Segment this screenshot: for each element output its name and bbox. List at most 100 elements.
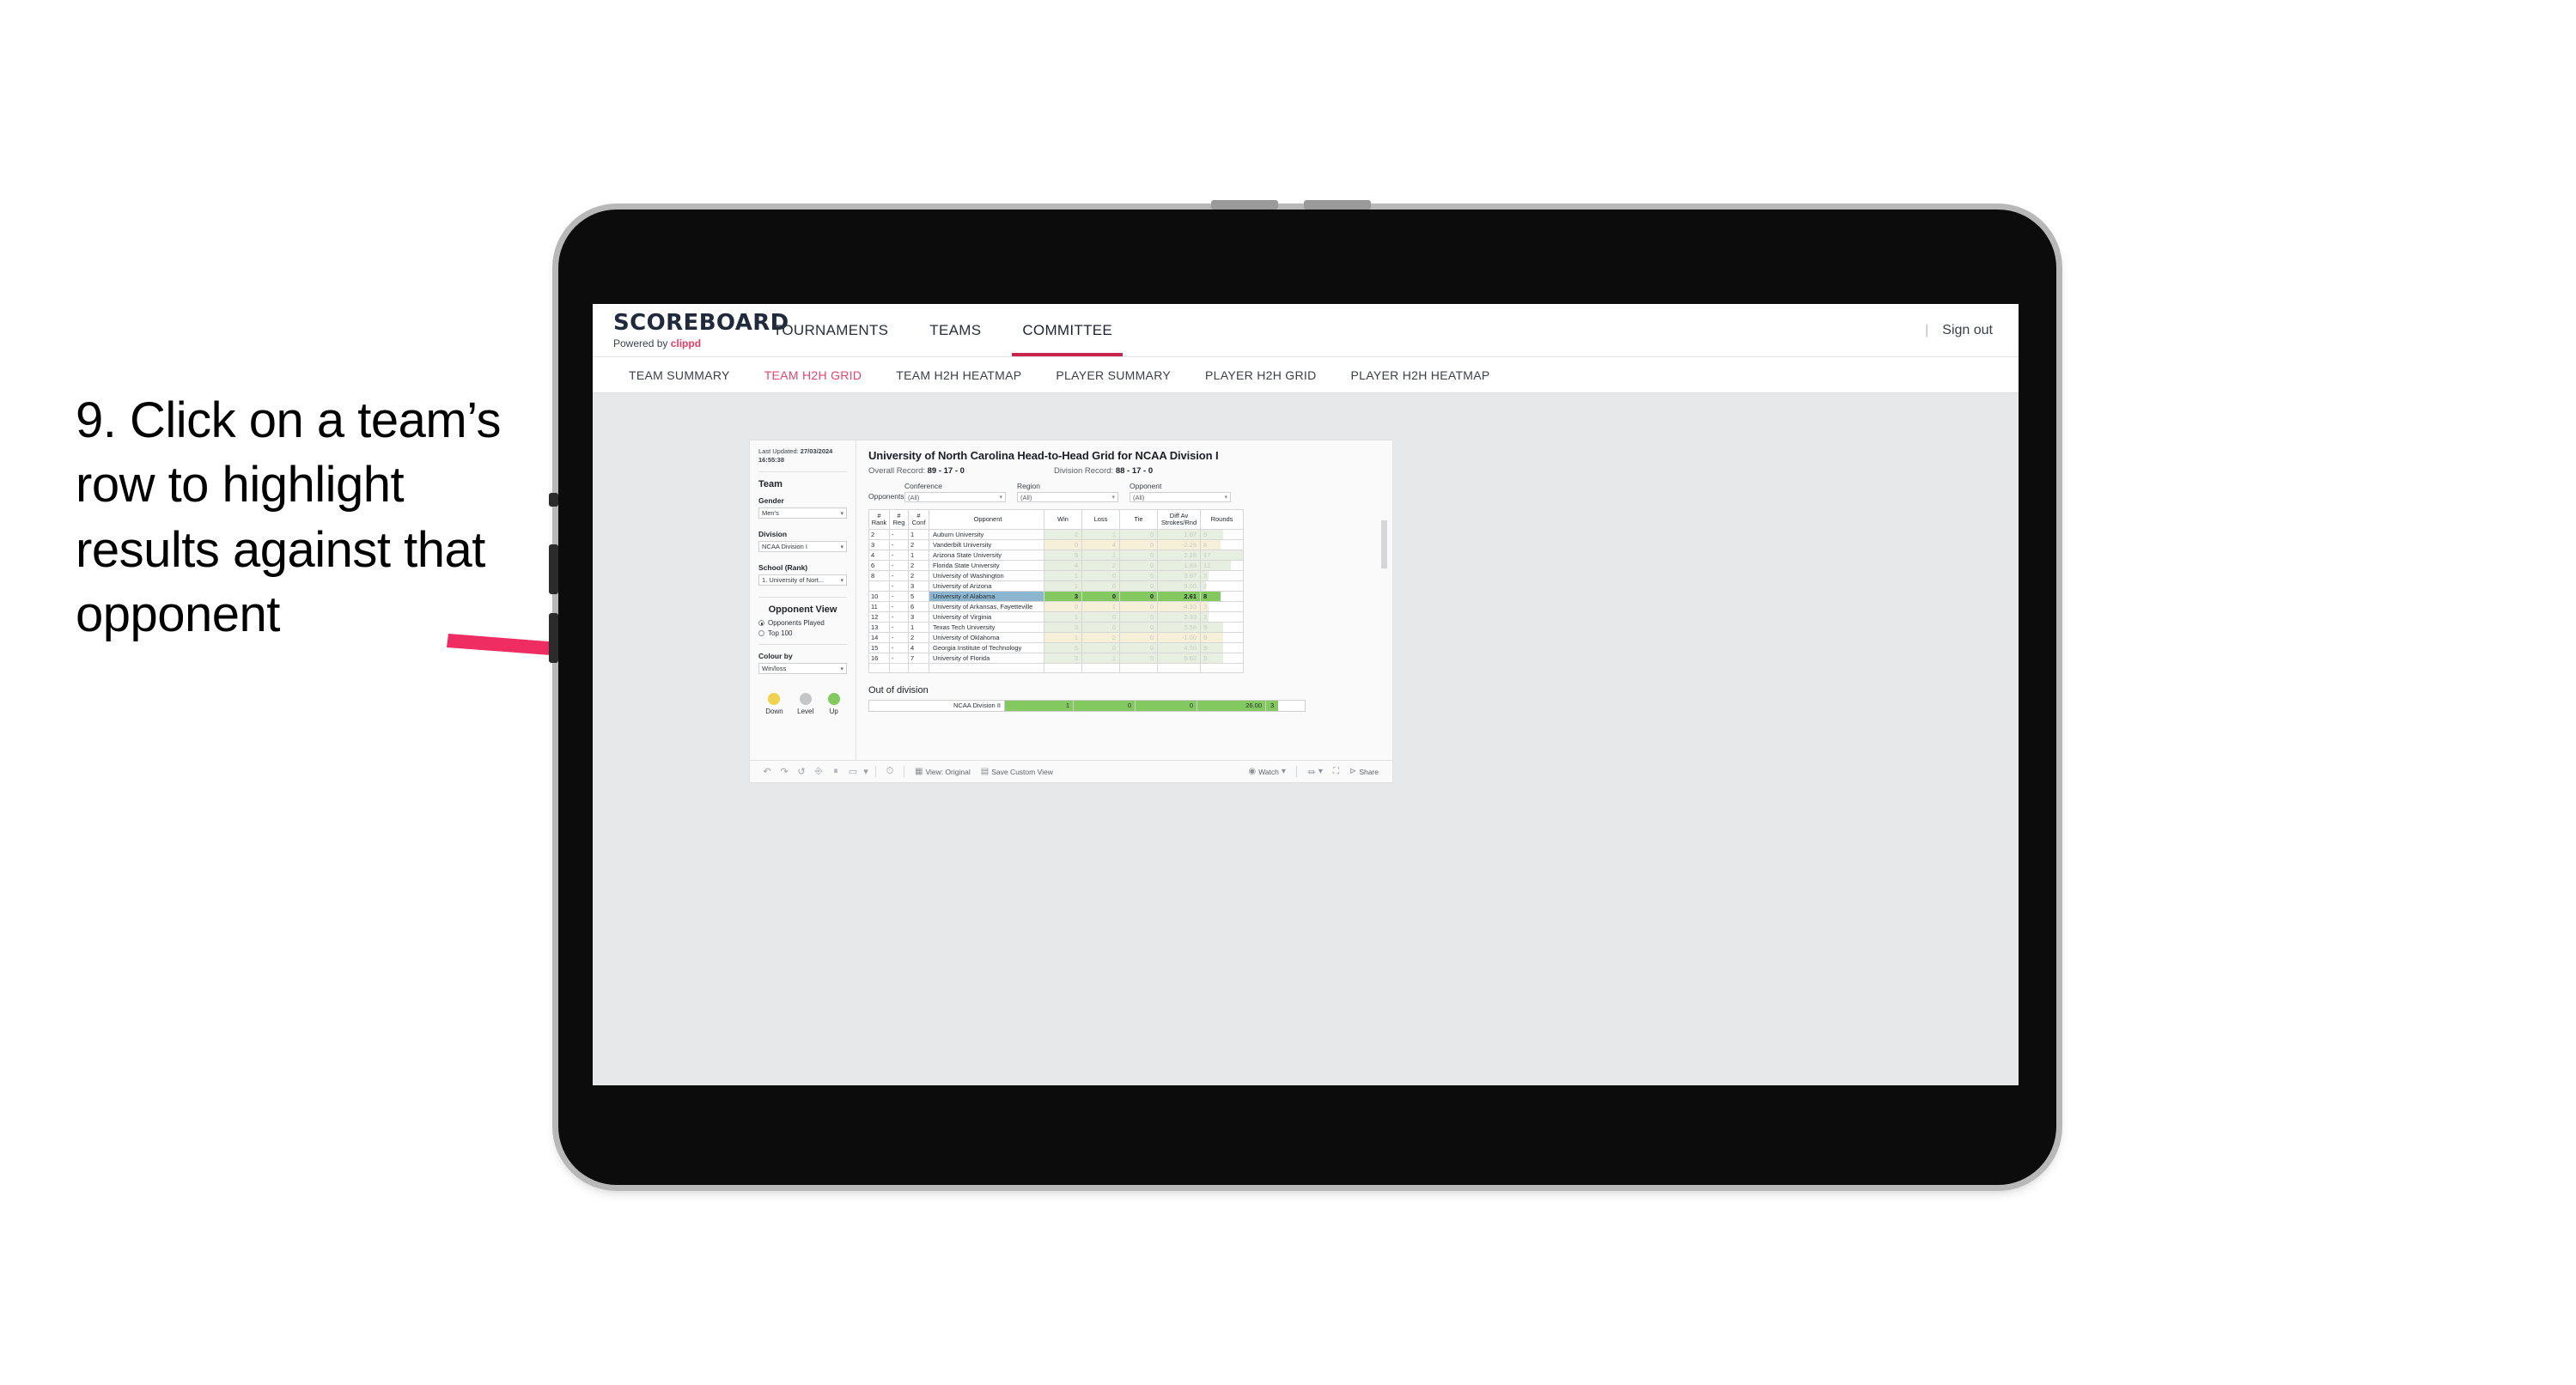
- visualization-body: Last Updated: 27/03/2024 16:55:38 Team G…: [750, 440, 1392, 760]
- cell-loss: 4: [1081, 538, 1120, 550]
- legend-up: Up: [827, 693, 840, 715]
- highlight-icon[interactable]: ▭: [844, 763, 862, 781]
- cell-value: 6.62: [1184, 653, 1197, 662]
- table-row[interactable]: 16-7 University of Florida 3 1 0 6.62 9: [868, 652, 1244, 664]
- table-row[interactable]: 11-6 University of Arkansas, Fayetteville…: [868, 600, 1244, 612]
- side-marker-1: [549, 493, 558, 507]
- tab-player-h2h-grid[interactable]: PLAYER H2H GRID: [1188, 368, 1334, 382]
- filter-conference-label: Conference: [904, 482, 942, 490]
- cell-win: 3: [1044, 652, 1082, 664]
- table-row[interactable]: 13-1 Texas Tech University 3 0 0 5.56 9: [868, 621, 1244, 633]
- cell-value: 3: [1203, 571, 1208, 580]
- colour-by-select[interactable]: Win/loss ▾: [758, 663, 847, 675]
- annotation-text: 9. Click on a team’s row to highlight re…: [76, 392, 502, 643]
- cell-opponent: Arizona State University: [929, 549, 1044, 561]
- cell-reg: -: [889, 549, 909, 561]
- filter-region-select[interactable]: (All) ▾: [1017, 492, 1118, 502]
- cell-tie: 0: [1119, 600, 1158, 612]
- out-of-division-row[interactable]: NCAA Division II 1 0 0 26.00 3: [868, 699, 1306, 712]
- table-row[interactable]: 4-1 Arizona State University 5 1 0 2.28 17: [868, 549, 1244, 561]
- view-original-button[interactable]: ▦ View: Original: [910, 767, 976, 776]
- tab-team-h2h-heatmap[interactable]: TEAM H2H HEATMAP: [879, 368, 1038, 382]
- col-win: Win: [1044, 509, 1082, 530]
- cell-rounds: 8: [1200, 538, 1244, 550]
- tab-team-h2h-grid[interactable]: TEAM H2H GRID: [747, 368, 880, 382]
- cell-value: 0: [1149, 643, 1154, 652]
- radio-icon: [758, 630, 764, 637]
- grid-head: # Rank # Reg # Conf Opponent Win Loss Ti…: [868, 509, 1244, 530]
- cell-reg: -: [889, 600, 909, 612]
- brand-subtitle: Powered by clippd: [613, 337, 752, 349]
- nav-committee[interactable]: COMMITTEE: [1002, 304, 1133, 356]
- table-row[interactable]: 2-1 Auburn University 2 1 0 1.67 9: [868, 528, 1244, 540]
- table-row[interactable]: 15-4 Georgia Institute of Technology 5 0 0 4.…: [868, 641, 1244, 653]
- chevron-down-icon[interactable]: ▾: [862, 763, 870, 781]
- division-select[interactable]: NCAA Division I ▾: [758, 541, 847, 553]
- grid-scrollbar[interactable]: [1381, 520, 1387, 568]
- table-row[interactable]: 14-2 University of Oklahoma 1 2 0 -1.00 9: [868, 631, 1244, 643]
- cell-tie: 0: [1119, 538, 1158, 550]
- watch-button[interactable]: ◉ Watch ▾: [1243, 767, 1291, 776]
- undo-icon[interactable]: ↶: [758, 763, 776, 781]
- tab-team-summary[interactable]: TEAM SUMMARY: [612, 368, 747, 382]
- cell-value: 0: [1149, 530, 1154, 538]
- view-original-label: View: Original: [925, 767, 971, 776]
- gender-select[interactable]: Men’s ▾: [758, 507, 847, 519]
- download-button[interactable]: ⏛ ▾: [1302, 765, 1328, 778]
- refresh-icon[interactable]: ⎆: [810, 763, 827, 781]
- cell-value: 0: [1149, 592, 1154, 600]
- fullscreen-button[interactable]: ⛶: [1328, 767, 1344, 776]
- cell-diff: 1.67: [1157, 528, 1201, 540]
- cell-value: 3: [1203, 612, 1208, 621]
- cell-rank: 11: [868, 600, 890, 612]
- opponent-filters: Opponents: Conference (All) ▾ Region (Al…: [868, 482, 1380, 502]
- nav-teams[interactable]: TEAMS: [909, 304, 1002, 356]
- save-custom-view-button[interactable]: ▤ Save Custom View: [976, 767, 1058, 776]
- tab-player-h2h-heatmap[interactable]: PLAYER H2H HEATMAP: [1334, 368, 1507, 382]
- cell-conf: 7: [908, 652, 929, 664]
- share-button[interactable]: ⊳ Share: [1344, 767, 1384, 776]
- cell-tie: 0: [1119, 569, 1158, 581]
- table-row[interactable]: 8-2 University of Washington 1 0 0 3.67 3: [868, 569, 1244, 581]
- sign-out-link[interactable]: Sign out: [1942, 323, 1993, 338]
- cell-value: 8: [1203, 540, 1208, 549]
- opponent-view-heading: Opponent View: [768, 604, 837, 616]
- redo-icon[interactable]: ↷: [776, 763, 793, 781]
- filter-conference-select[interactable]: (All) ▾: [904, 492, 1006, 502]
- share-label: Share: [1359, 767, 1379, 776]
- cell-diff: 6.62: [1157, 652, 1201, 664]
- cell-empty: [1200, 662, 1244, 673]
- legend-level-label: Level: [797, 708, 814, 716]
- cell-loss: 2: [1081, 559, 1120, 571]
- col-loss: Loss: [1081, 509, 1120, 530]
- radio-top-100[interactable]: Top 100: [758, 629, 847, 637]
- pause-icon[interactable]: ⏸: [827, 763, 844, 781]
- h2h-grid-table: # Rank # Reg # Conf Opponent Win Loss Ti…: [868, 509, 1244, 673]
- cell-conf: 4: [908, 641, 929, 653]
- nav-tournaments[interactable]: TOURNAMENTS: [752, 304, 909, 356]
- revert-icon[interactable]: ↺: [793, 763, 810, 781]
- table-row[interactable]: -3 University of Arizona 1 0 0 9.00 2: [868, 580, 1244, 592]
- ood-rounds: 3: [1265, 699, 1306, 712]
- school-select[interactable]: 1. University of Nort... ▾: [758, 574, 847, 586]
- records-row: Overall Record: 89 - 17 - 0 Division Rec…: [868, 466, 1380, 476]
- division-record: Division Record: 88 - 17 - 0: [1054, 466, 1153, 476]
- table-row[interactable]: 12-3 University of Virginia 1 0 0 2.33 3: [868, 610, 1244, 623]
- cell-loss: 0: [1081, 569, 1120, 581]
- cell-value: 0: [1111, 612, 1116, 621]
- cell-value: 0: [1149, 571, 1154, 580]
- page-title: University of North Carolina Head-to-Hea…: [868, 449, 1219, 462]
- filter-opponent-select[interactable]: (All) ▾: [1130, 492, 1231, 502]
- cell-rounds: 3: [1200, 610, 1244, 623]
- table-row[interactable]: 3-2 Vanderbilt University 0 4 0 -2.29 8: [868, 538, 1244, 550]
- brand-sub-name: clippd: [670, 337, 702, 349]
- table-row[interactable]: 6-2 Florida State University 4 2 0 1.83 12: [868, 559, 1244, 571]
- radio-opponents-played[interactable]: Opponents Played: [758, 619, 847, 627]
- save-view-icon: ▤: [980, 767, 990, 776]
- legend-down: Down: [765, 693, 783, 715]
- col-diff: Diff Av Strokes/Rnd: [1157, 509, 1201, 530]
- chevron-down-icon: ▾: [1224, 495, 1227, 501]
- tab-player-summary[interactable]: PLAYER SUMMARY: [1038, 368, 1188, 382]
- table-row[interactable]: 10-5 University of Alabama 3 0 0 2.61 8: [868, 590, 1244, 602]
- clock-icon[interactable]: ⏱: [881, 763, 898, 781]
